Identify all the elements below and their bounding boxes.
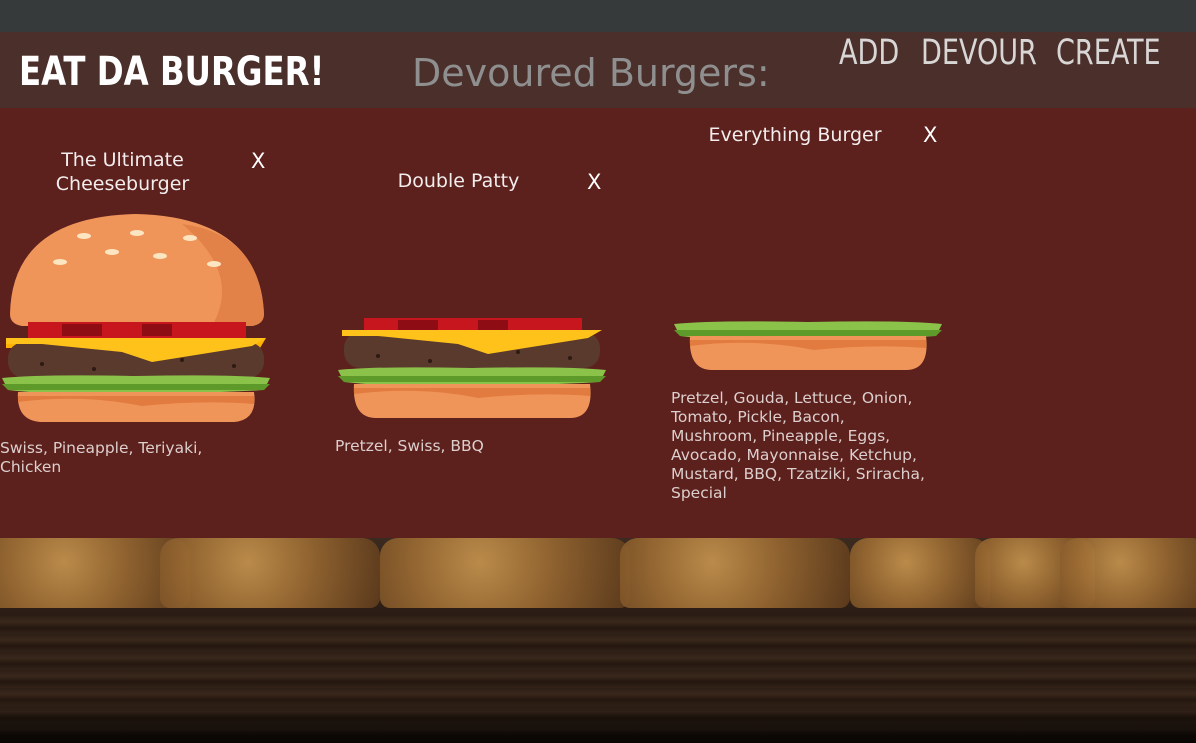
brand-logo[interactable]: EAT DA BURGER!	[19, 52, 324, 92]
burger-image	[2, 214, 270, 422]
bg-potato	[850, 538, 990, 608]
background-photo	[0, 538, 1196, 743]
burger-toppings: Pretzel, Gouda, Lettuce, Onion, Tomato, …	[671, 389, 925, 502]
bg-potato	[380, 538, 630, 608]
remove-burger-button[interactable]: X	[587, 172, 601, 193]
nav-devour-link[interactable]: DEVOUR	[921, 36, 1037, 71]
burger-image	[674, 321, 942, 370]
nav-create-link[interactable]: CREATE	[1056, 36, 1161, 71]
burger-name: Double Patty	[397, 170, 520, 192]
section-title: Devoured Burgers:	[412, 51, 770, 95]
burger-name: Everything Burger	[708, 124, 882, 146]
bottom-shadow	[0, 703, 1196, 743]
nav-add-link[interactable]: ADD	[839, 36, 899, 71]
browser-top-strip	[0, 0, 1196, 32]
burger-toppings: Pretzel, Swiss, BBQ	[335, 437, 484, 455]
remove-burger-button[interactable]: X	[923, 125, 937, 146]
bg-potato	[160, 538, 380, 608]
bg-potato	[1060, 538, 1196, 608]
remove-burger-button[interactable]: X	[251, 151, 265, 172]
burger-name: The Ultimate Cheeseburger	[55, 149, 190, 195]
burger-image	[338, 318, 606, 418]
navbar: EAT DA BURGER! ADD DEVOUR CREATE Devoure…	[0, 32, 1196, 108]
burger-toppings: Swiss, Pineapple, Teriyaki, Chicken	[0, 439, 203, 476]
devoured-panel: The Ultimate Cheeseburger X Swiss, Pinea…	[0, 107, 1196, 538]
bg-potato	[620, 538, 850, 608]
